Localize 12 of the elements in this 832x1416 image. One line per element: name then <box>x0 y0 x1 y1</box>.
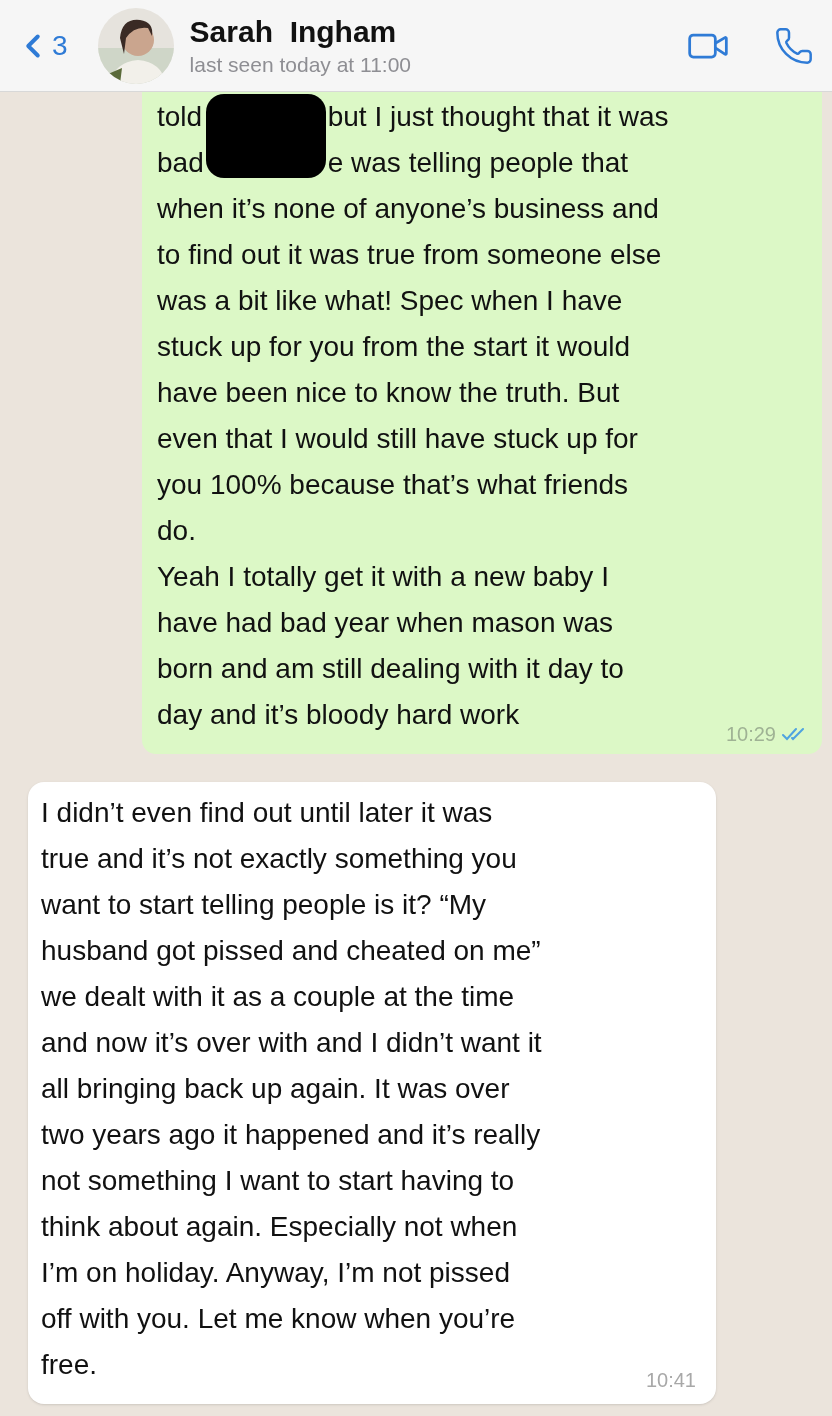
message-time: 10:41 <box>645 1370 696 1390</box>
last-seen-status: last seen today at 11:00 <box>189 51 411 78</box>
message-text: e was telling people that <box>327 146 630 180</box>
back-button[interactable]: 3 <box>14 24 68 67</box>
message-text: when it’s none of anyone’s business and to find out it was true from someone else was a bit like what! Spec when I have stuck up for you from the start it would have been nice to know the truth. But even that I would still have stuck up for you 100% because that’s what friends do. Yeah I totally get it with a new baby I have had bad year when mason was born and am still dealing with it day to day and it’s bloody hard work <box>157 192 662 732</box>
message-time: 10:29 <box>725 724 776 744</box>
contact-name: Sarah Ingham <box>189 13 398 50</box>
message-text: bad <box>157 146 204 180</box>
message-text: I didn’t even find out until later it was true and it’s not exactly something you want to start telling people is it? “My husband got pissed and cheated on me” we dealt with it as a couple at the time and now it’s over with and I didn’t want it all bringing back up again. It was over two years ago it happened and it’s really not something I want to start having to think about again. Especially not when I’m on holiday. Anyway, I’m not pissed off with you. Let me know when you’re free. <box>41 796 542 1382</box>
message-text: told <box>157 100 204 134</box>
message-text: but I just thought that it was <box>327 100 670 134</box>
phone-icon[interactable] <box>774 25 814 66</box>
